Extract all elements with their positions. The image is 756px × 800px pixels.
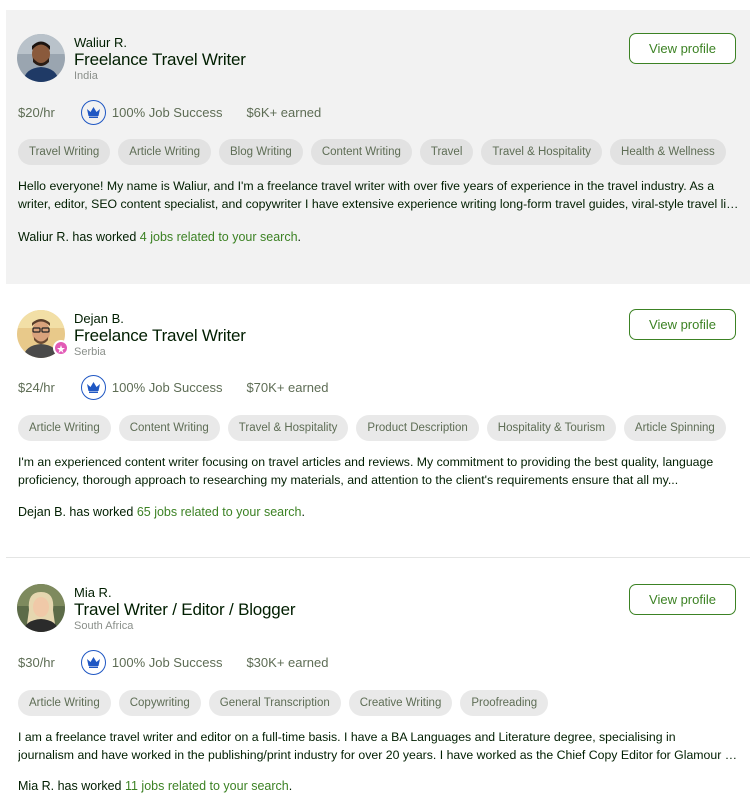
description-line: journalism and have worked in the publis… [18,748,740,762]
freelancer-card[interactable]: Dejan B. Freelance Travel Writer Serbia … [6,290,750,554]
skill-tag[interactable]: Travel [419,139,474,165]
freelancer-description[interactable]: I'm an experienced content writer focusi… [18,453,740,489]
related-jobs-link[interactable]: 11 jobs related to your search [125,779,289,793]
hourly-rate: $20/hr [18,104,55,120]
jobs-worked-prefix: Waliur R. has worked [18,230,140,244]
description-line: I am a freelance travel writer and edito… [18,730,676,744]
freelancer-country: India [74,70,98,82]
jobs-worked: Dejan B. has worked 65 jobs related to y… [18,505,305,519]
view-profile-button[interactable]: View profile [629,33,736,64]
skill-tag[interactable]: Article Writing [18,690,111,716]
top-rated-crown-icon [80,649,106,675]
job-success: 100% Job Success [111,654,223,670]
jobs-worked: Waliur R. has worked 4 jobs related to y… [18,230,301,244]
view-profile-button[interactable]: View profile [629,584,736,615]
freelancer-description[interactable]: I am a freelance travel writer and edito… [18,728,740,764]
skill-tag[interactable]: Article Spinning [623,415,726,441]
description-line: proficiency, thorough approach to resear… [18,473,679,487]
skill-tag[interactable]: Travel Writing [18,139,111,165]
total-earned: $70K+ earned [246,379,329,395]
jobs-worked-suffix: . [297,230,302,244]
freelancer-title[interactable]: Travel Writer / Editor / Blogger [74,600,295,620]
related-jobs-link[interactable]: 4 jobs related to your search [140,230,298,244]
freelancer-card[interactable]: Waliur R. Freelance Travel Writer India … [6,10,750,284]
hourly-rate: $30/hr [18,654,55,670]
freelancer-country: Serbia [74,346,106,358]
hourly-rate: $24/hr [18,379,55,395]
jobs-worked-suffix: . [301,505,305,519]
description-line: writer, editor, SEO content specialist, … [18,197,740,211]
skill-tag[interactable]: Product Description [356,415,479,441]
freelancer-name[interactable]: Dejan B. [74,311,124,326]
freelancer-country: South Africa [74,620,134,632]
card-divider [6,557,750,558]
skill-tag[interactable]: Hospitality & Tourism [486,415,616,441]
freelancer-title[interactable]: Freelance Travel Writer [74,326,246,346]
total-earned: $30K+ earned [246,654,329,670]
jobs-worked: Mia R. has worked 11 jobs related to you… [18,779,292,793]
skill-tag[interactable]: General Transcription [208,690,341,716]
skill-tag[interactable]: Creative Writing [348,690,453,716]
avatar[interactable] [17,584,65,632]
skill-tag[interactable]: Content Writing [310,139,412,165]
skill-tag[interactable]: Proofreading [460,690,549,716]
stats-row: $30/hr 100% Job Success $30K+ earned [18,649,329,675]
freelancer-description[interactable]: Hello everyone! My name is Waliur, and I… [18,177,740,213]
skill-tag[interactable]: Content Writing [118,415,220,441]
freelancer-title[interactable]: Freelance Travel Writer [74,50,246,70]
top-rated-crown-icon [80,99,106,125]
skill-tag[interactable]: Travel & Hospitality [227,415,349,441]
skill-tag[interactable]: Copywriting [118,690,201,716]
skill-tag[interactable]: Health & Wellness [610,139,726,165]
view-profile-button[interactable]: View profile [629,309,736,340]
skill-tag[interactable]: Travel & Hospitality [481,139,603,165]
job-success: 100% Job Success [111,104,223,120]
verified-badge-icon [53,340,69,356]
skill-tag[interactable]: Article Writing [118,139,212,165]
jobs-worked-suffix: . [288,779,293,793]
skill-tag[interactable]: Article Writing [18,415,111,441]
jobs-worked-prefix: Mia R. has worked [18,779,125,793]
total-earned: $6K+ earned [246,104,322,120]
stats-row: $24/hr 100% Job Success $70K+ earned [18,374,329,400]
freelancer-card[interactable]: Mia R. Travel Writer / Editor / Blogger … [6,560,750,800]
description-line: I'm an experienced content writer focusi… [18,455,714,469]
freelancer-name[interactable]: Mia R. [74,585,112,600]
jobs-worked-prefix: Dejan B. has worked [18,505,137,519]
skills-list: Travel Writing Article Writing Blog Writ… [18,139,726,165]
skills-list: Article Writing Copywriting General Tran… [18,690,549,716]
related-jobs-link[interactable]: 65 jobs related to your search [137,505,302,519]
job-success: 100% Job Success [111,379,223,395]
avatar[interactable] [17,34,65,82]
top-rated-crown-icon [80,374,106,400]
description-line: Hello everyone! My name is Waliur, and I… [18,179,715,193]
skills-list: Article Writing Content Writing Travel &… [18,415,726,441]
skill-tag[interactable]: Blog Writing [219,139,303,165]
freelancer-name[interactable]: Waliur R. [74,35,127,50]
stats-row: $20/hr 100% Job Success $6K+ earned [18,99,321,125]
